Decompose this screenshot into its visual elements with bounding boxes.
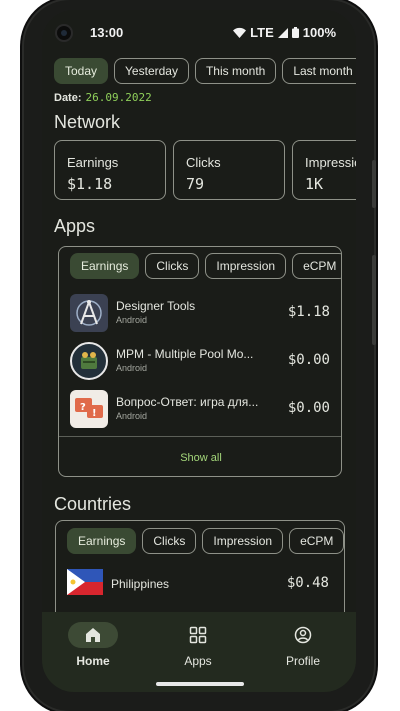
country-row-philippines[interactable]: Philippines $0.48 <box>67 569 329 599</box>
svg-text:!: ! <box>92 408 97 419</box>
philippines-flag <box>67 569 103 595</box>
question-answer-app-icon: ?! <box>70 390 108 428</box>
country-value: $0.48 <box>286 575 329 591</box>
date-line: Date: 26.09.2022 <box>54 91 152 104</box>
network-card-value: 1K <box>305 175 324 193</box>
period-chip-today[interactable]: Today <box>54 58 109 84</box>
network-card-earnings[interactable]: Earnings $1.18 <box>54 140 166 200</box>
power-button <box>372 160 376 208</box>
nav-home-indicator <box>68 622 118 648</box>
app-name: Designer Tools <box>116 299 196 313</box>
profile-icon <box>294 626 312 644</box>
network-card-impressions[interactable]: Impressio 1K <box>292 140 356 200</box>
show-all-apps-button[interactable]: Show all <box>59 452 341 464</box>
app-value: $0.00 <box>287 400 330 416</box>
countries-title: Countries <box>54 494 132 514</box>
network-card-clicks[interactable]: Clicks 79 <box>173 140 285 200</box>
apps-title: Apps <box>54 216 96 236</box>
apps-panel: Earnings Clicks Impression eCPM Designer… <box>58 246 342 477</box>
nav-profile[interactable]: Profile <box>263 622 343 668</box>
period-chip-yesterday[interactable]: Yesterday <box>114 58 189 84</box>
period-filter-row: Today Yesterday This month Last month <box>54 58 356 84</box>
signal-icon <box>277 27 288 38</box>
designer-tools-app-icon <box>70 294 108 332</box>
network-card-value: $1.18 <box>67 175 113 193</box>
countries-filter-clicks[interactable]: Clicks <box>142 528 197 554</box>
apps-filter-impression[interactable]: Impression <box>205 253 287 279</box>
status-indicators: LTE 100% <box>233 25 336 40</box>
apps-filter-ecpm[interactable]: eCPM <box>292 253 341 279</box>
nav-profile-indicator <box>278 622 328 648</box>
nav-apps-indicator <box>173 622 223 648</box>
nav-label: Home <box>76 654 110 668</box>
battery-icon <box>291 27 299 38</box>
apps-filter-earnings[interactable]: Earnings <box>70 253 140 279</box>
app-screen: 13:00 LTE 100% Today Yesterday This mont… <box>42 10 356 692</box>
app-value: $1.18 <box>287 304 330 320</box>
front-camera <box>55 24 73 42</box>
countries-filter-earnings[interactable]: Earnings <box>67 528 137 554</box>
network-card-value: 79 <box>186 175 205 193</box>
nav-label: Profile <box>285 654 320 668</box>
countries-filter-row: Earnings Clicks Impression eCPM <box>67 528 344 554</box>
apps-divider <box>59 436 341 437</box>
svg-text:?: ? <box>80 402 86 413</box>
date-label: Date: <box>54 92 82 104</box>
date-value: 26.09.2022 <box>85 91 152 104</box>
app-name: MPM - Multiple Pool Mo... <box>116 347 254 361</box>
app-name: Вопрос-Ответ: игра для... <box>116 395 259 409</box>
app-platform: Android <box>116 411 148 421</box>
network-card-label: Clicks <box>186 155 221 170</box>
home-icon <box>86 628 100 642</box>
gesture-home-indicator <box>156 682 244 686</box>
app-platform: Android <box>116 315 148 325</box>
app-platform: Android <box>116 363 148 373</box>
app-row-question-answer[interactable]: ?! Вопрос-Ответ: игра для... Android $0.… <box>70 390 330 430</box>
grid-icon <box>189 626 207 644</box>
network-type: LTE <box>250 25 274 40</box>
apps-filter-row: Earnings Clicks Impression eCPM <box>70 253 341 279</box>
app-row-mpm[interactable]: MPM - Multiple Pool Mo... Android $0.00 <box>70 342 330 382</box>
nav-home[interactable]: Home <box>53 622 133 668</box>
status-time: 13:00 <box>90 25 124 40</box>
countries-filter-ecpm[interactable]: eCPM <box>289 528 344 554</box>
mpm-app-icon <box>70 342 108 380</box>
countries-filter-impression[interactable]: Impression <box>202 528 284 554</box>
volume-button <box>372 255 376 345</box>
wifi-icon <box>233 27 247 38</box>
nav-label: Apps <box>184 654 212 668</box>
network-card-label: Impressio <box>305 155 356 170</box>
app-row-designer-tools[interactable]: Designer Tools Android $1.18 <box>70 294 330 334</box>
nav-apps[interactable]: Apps <box>158 622 238 668</box>
app-value: $0.00 <box>287 352 330 368</box>
period-chip-last-month[interactable]: Last month <box>282 58 356 84</box>
network-card-label: Earnings <box>67 155 119 170</box>
period-chip-this-month[interactable]: This month <box>194 58 277 84</box>
network-title: Network <box>54 112 121 132</box>
country-name: Philippines <box>111 577 170 591</box>
status-bar: 13:00 LTE 100% <box>42 10 356 54</box>
battery-percent: 100% <box>302 25 336 40</box>
apps-filter-clicks[interactable]: Clicks <box>145 253 200 279</box>
bottom-navigation: Home Apps Profile <box>42 612 356 692</box>
